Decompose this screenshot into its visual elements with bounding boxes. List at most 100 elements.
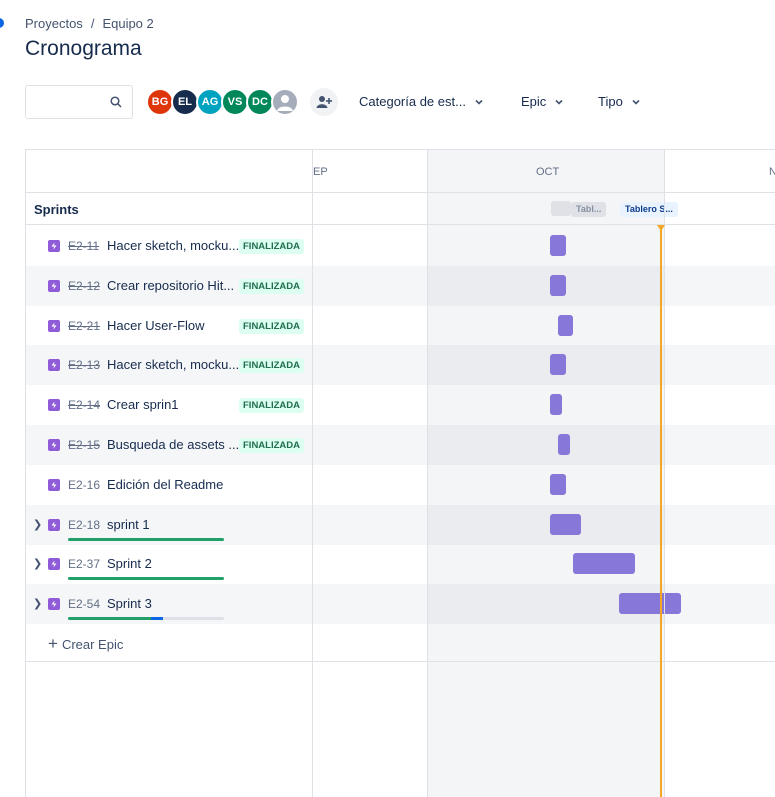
- epic-icon: [48, 439, 60, 451]
- epic-icon: [48, 558, 60, 571]
- add-person-icon: [316, 96, 332, 108]
- sprint-pill-active[interactable]: Tablero S...: [620, 202, 678, 217]
- timeline-bar[interactable]: [550, 274, 566, 296]
- timeline-bar[interactable]: [573, 553, 635, 575]
- epic-icon: [48, 399, 60, 412]
- status-badge: FINALIZADA: [239, 358, 304, 374]
- issue-summary[interactable]: sprint 1: [107, 517, 150, 532]
- progress-done: [68, 577, 224, 581]
- sprint-pill-closed[interactable]: Tabl...: [571, 202, 607, 217]
- issue-key[interactable]: E2-13: [68, 358, 100, 372]
- add-people-button[interactable]: [310, 88, 338, 116]
- issue-summary[interactable]: Sprint 2: [107, 556, 152, 571]
- chevron-down-icon: [632, 99, 640, 105]
- issue-summary[interactable]: Crear sprin1: [107, 397, 179, 412]
- search-input[interactable]: [25, 85, 133, 119]
- issue-summary[interactable]: Busqueda de assets ...: [107, 437, 239, 452]
- sprint-pill-mini[interactable]: [551, 201, 571, 216]
- issue-summary[interactable]: Edición del Readme: [107, 477, 223, 492]
- month-divider: [664, 150, 665, 797]
- timeline-row[interactable]: E2-16 Edición del Readme: [26, 465, 775, 505]
- avatar[interactable]: AG: [196, 88, 224, 116]
- status-category-filter[interactable]: Categoría de est...: [359, 94, 484, 109]
- timeline-row[interactable]: E2-15 Busqueda de assets ... FINALIZADA: [26, 425, 775, 465]
- epic-filter[interactable]: Epic: [521, 94, 564, 109]
- timeline-row[interactable]: E2-21 Hacer User-Flow FINALIZADA: [26, 306, 775, 346]
- timeline-grid: EP OCT N Sprints Tabl... Tablero S... E2…: [25, 149, 775, 797]
- status-badge: FINALIZADA: [239, 278, 304, 294]
- progress-done: [68, 537, 224, 541]
- issue-key[interactable]: E2-54: [68, 597, 100, 611]
- timeline-bar[interactable]: [550, 354, 566, 376]
- chevron-right-icon[interactable]: ❯: [33, 557, 42, 570]
- timeline-bar[interactable]: [558, 314, 573, 336]
- epic-icon: [48, 319, 60, 332]
- avatar[interactable]: VS: [221, 88, 249, 116]
- progress-bar: [68, 537, 224, 541]
- progress-bar: [68, 617, 224, 621]
- issue-key[interactable]: E2-12: [68, 279, 100, 293]
- sprints-label: Sprints: [34, 202, 79, 217]
- timeline-bar[interactable]: [558, 434, 570, 455]
- avatar-group: BG EL AG VS DC: [146, 88, 299, 116]
- timeline-row[interactable]: E2-12 Crear repositorio Hit... FINALIZADA: [26, 265, 775, 306]
- timeline-row[interactable]: ❯ E2-18 sprint 1: [26, 504, 775, 545]
- issue-key[interactable]: E2-14: [68, 398, 100, 412]
- issue-summary[interactable]: Hacer sketch, mocku...: [107, 238, 239, 253]
- issue-summary[interactable]: Hacer User-Flow: [107, 318, 205, 333]
- issue-key[interactable]: E2-11: [68, 239, 99, 253]
- user-icon: [277, 95, 293, 111]
- side-panel-indicator: [0, 18, 4, 28]
- timeline-bar[interactable]: [550, 513, 581, 535]
- status-badge: FINALIZADA: [239, 438, 304, 453]
- breadcrumb: Proyectos / Equipo 2: [25, 16, 154, 31]
- issue-key[interactable]: E2-18: [68, 518, 100, 532]
- timeline-bar[interactable]: [550, 394, 562, 416]
- type-filter[interactable]: Tipo: [598, 94, 641, 109]
- today-line: [660, 226, 662, 797]
- list-divider: [312, 150, 313, 797]
- status-badge: FINALIZADA: [239, 318, 304, 334]
- plus-icon: +: [48, 634, 58, 653]
- issue-key[interactable]: E2-37: [68, 557, 100, 571]
- breadcrumb-team[interactable]: Equipo 2: [102, 16, 153, 31]
- chevron-right-icon[interactable]: ❯: [33, 518, 42, 531]
- epic-icon: [48, 478, 60, 491]
- progress-in-progress: [150, 617, 164, 621]
- avatar[interactable]: BG: [146, 88, 174, 116]
- create-epic-button[interactable]: + Crear Epic: [48, 634, 123, 654]
- breadcrumb-separator: /: [90, 16, 95, 31]
- chevron-right-icon[interactable]: ❯: [33, 597, 42, 610]
- issue-summary[interactable]: Hacer sketch, mocku...: [107, 357, 239, 372]
- month-label: OCT: [536, 166, 560, 178]
- avatar[interactable]: EL: [171, 88, 199, 116]
- timeline-header: EP OCT N: [26, 150, 775, 193]
- issue-key[interactable]: E2-16: [68, 478, 100, 492]
- issue-summary[interactable]: Crear repositorio Hit...: [107, 278, 234, 293]
- chevron-down-icon: [555, 99, 563, 105]
- epic-icon: [48, 518, 60, 531]
- issue-key[interactable]: E2-21: [68, 319, 100, 333]
- epic-icon: [48, 598, 60, 611]
- chevron-down-icon: [475, 99, 483, 105]
- breadcrumb-projects[interactable]: Proyectos: [25, 16, 83, 31]
- progress-bar: [68, 577, 224, 581]
- issue-key[interactable]: E2-15: [68, 438, 100, 452]
- epic-icon: [48, 240, 60, 252]
- month-label: EP: [313, 166, 328, 178]
- timeline-bar[interactable]: [550, 473, 566, 495]
- rows-bottom-divider: [26, 661, 775, 662]
- timeline-bar[interactable]: [550, 235, 566, 256]
- avatar[interactable]: [271, 88, 299, 116]
- timeline-row[interactable]: E2-13 Hacer sketch, mocku... FINALIZADA: [26, 345, 775, 386]
- timeline-row[interactable]: ❯ E2-54 Sprint 3: [26, 584, 775, 625]
- timeline-row[interactable]: E2-11 Hacer sketch, mocku... FINALIZADA: [26, 226, 775, 266]
- timeline-row[interactable]: ❯ E2-37 Sprint 2: [26, 544, 775, 584]
- epic-icon: [48, 359, 60, 372]
- progress-done: [68, 617, 151, 621]
- issue-summary[interactable]: Sprint 3: [107, 596, 152, 611]
- search-icon: [110, 96, 122, 108]
- avatar[interactable]: DC: [246, 88, 274, 116]
- timeline-bar[interactable]: [619, 593, 681, 615]
- timeline-row[interactable]: E2-14 Crear sprin1 FINALIZADA: [26, 385, 775, 425]
